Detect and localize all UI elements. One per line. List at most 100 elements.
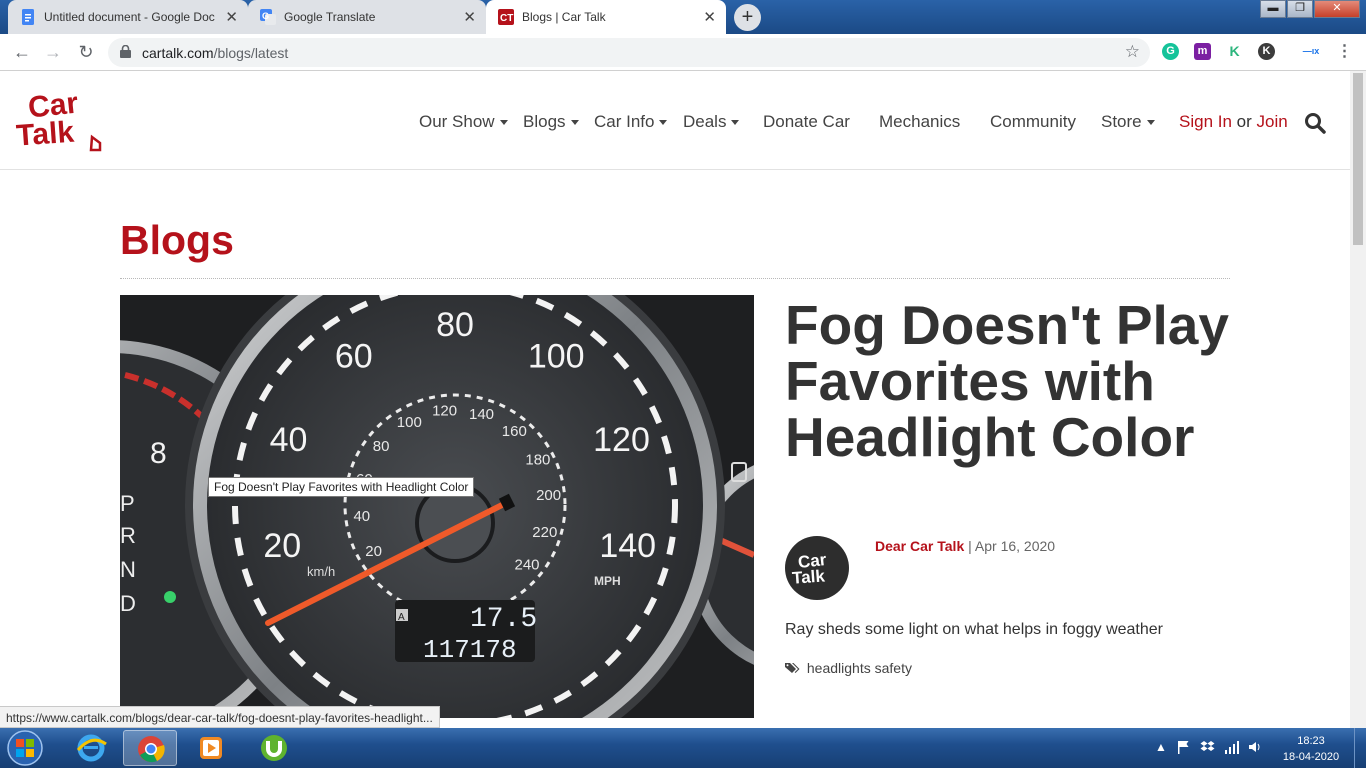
minimize-button[interactable]: ▬	[1260, 0, 1286, 18]
kmh-label: 120	[432, 403, 457, 420]
nav-label: Our Show	[419, 112, 495, 131]
svg-text:CT: CT	[500, 13, 513, 24]
k-extension-icon[interactable]: K	[1226, 43, 1243, 60]
author-avatar[interactable]: Car Talk	[785, 536, 849, 600]
kmh-label: 220	[532, 524, 557, 541]
volume-icon[interactable]	[1248, 740, 1262, 754]
mph-label: 80	[436, 306, 474, 344]
kmh-label: 20	[365, 543, 382, 560]
maximize-button[interactable]: ❐	[1287, 0, 1313, 18]
auth-links: Sign In or Join	[1179, 112, 1288, 132]
grammarly-extension-icon[interactable]: G	[1162, 43, 1179, 60]
scrollbar-thumb[interactable]	[1353, 73, 1363, 245]
nav-label: Community	[990, 112, 1076, 131]
chevron-down-icon	[1146, 120, 1155, 126]
tab-google-docs[interactable]: Untitled document - Google Doc ✕	[8, 0, 248, 34]
close-tab-icon[interactable]: ✕	[703, 8, 716, 26]
avatar-line-2: Talk	[791, 566, 826, 587]
or-text: or	[1236, 112, 1252, 131]
tag-links[interactable]: headlights safety	[807, 660, 912, 676]
nav-community[interactable]: Community	[990, 112, 1076, 132]
mph-label: 20	[263, 527, 301, 565]
web-page: Car Talk Our Show Blogs Car Info Deals D…	[0, 71, 1350, 728]
odometer-total: 117178	[423, 635, 517, 665]
tab-cartalk[interactable]: CT Blogs | Car Talk ✕	[486, 0, 726, 34]
dropbox-icon[interactable]	[1200, 740, 1215, 754]
taskbar-chrome[interactable]	[123, 730, 177, 766]
taskbar-internet-explorer[interactable]	[64, 730, 118, 766]
show-desktop-button[interactable]	[1354, 728, 1366, 768]
nav-our-show[interactable]: Our Show	[419, 112, 508, 132]
nav-label: Donate Car	[763, 112, 850, 131]
google-docs-icon	[22, 9, 34, 25]
gear-letter: P	[120, 491, 135, 516]
utorrent-icon	[261, 735, 287, 761]
nav-donate-car[interactable]: Donate Car	[763, 112, 850, 132]
sign-in-link[interactable]: Sign In	[1179, 112, 1232, 131]
mph-label: 120	[593, 421, 650, 459]
featured-article-image[interactable]: 8 P R N D 20406080100120140 204060801001…	[120, 295, 754, 718]
nav-deals[interactable]: Deals	[683, 112, 740, 132]
cartalk-favicon: CT	[498, 9, 514, 25]
article-headline[interactable]: Fog Doesn't Play Favorites with Headligh…	[785, 297, 1255, 465]
nav-store[interactable]: Store	[1101, 112, 1155, 132]
kmh-label: 200	[536, 487, 561, 504]
article-date: Apr 16, 2020	[974, 538, 1056, 554]
taskbar-media-player[interactable]	[184, 730, 238, 766]
bookmark-star-icon[interactable]: ☆	[1125, 42, 1140, 62]
link-status-bar: https://www.cartalk.com/blogs/dear-car-t…	[0, 706, 440, 728]
site-header: Car Talk Our Show Blogs Car Info Deals D…	[0, 71, 1350, 170]
reload-icon[interactable]: ↻	[74, 41, 98, 65]
nav-label: Deals	[683, 112, 727, 131]
network-signal-icon[interactable]	[1224, 740, 1240, 754]
mph-unit: MPH	[594, 574, 621, 588]
page-scrollbar[interactable]	[1350, 71, 1366, 728]
search-icon[interactable]	[1304, 112, 1326, 134]
tab-google-translate[interactable]: G Google Translate ✕	[248, 0, 486, 34]
menu-kebab-icon[interactable]: ⋮	[1336, 43, 1353, 60]
taskbar-utorrent[interactable]	[247, 730, 301, 766]
windows-start-button[interactable]	[4, 729, 46, 767]
mph-label: 140	[599, 527, 656, 565]
forward-arrow-icon[interactable]: →	[41, 41, 65, 65]
new-tab-button[interactable]: +	[734, 4, 761, 31]
nav-mechanics[interactable]: Mechanics	[879, 112, 960, 132]
article-tags: headlights safety	[785, 660, 912, 676]
windows-taskbar: ▲ 18:23 18-04-2020	[0, 728, 1366, 768]
chevron-down-icon	[499, 120, 508, 126]
back-arrow-icon[interactable]: ←	[10, 41, 34, 65]
cartalk-logo[interactable]: Car Talk	[14, 85, 110, 155]
close-window-button[interactable]: ✕	[1314, 0, 1360, 18]
chevron-down-icon	[659, 120, 668, 126]
chevron-down-icon	[731, 120, 740, 126]
kmh-label: 80	[373, 438, 390, 455]
profile-avatar[interactable]: K	[1258, 43, 1275, 60]
extension-icon[interactable]: —ıx	[1298, 43, 1324, 60]
logo-line-2: Talk	[15, 116, 75, 153]
tab-title: Blogs | Car Talk	[522, 10, 606, 24]
url-host: cartalk.com	[142, 45, 214, 61]
browser-tab-strip: Untitled document - Google Doc ✕ G Googl…	[0, 0, 1366, 34]
mph-label: 40	[270, 421, 308, 459]
gear-letter: N	[120, 557, 136, 582]
nav-car-info[interactable]: Car Info	[594, 112, 668, 132]
kmh-label: 160	[502, 423, 527, 440]
tab-title: Google Translate	[284, 10, 376, 24]
gear-letter: R	[120, 523, 136, 548]
nav-blogs[interactable]: Blogs	[523, 112, 579, 132]
nav-label: Car Info	[594, 112, 655, 131]
image-tooltip: Fog Doesn't Play Favorites with Headligh…	[208, 477, 475, 497]
address-bar[interactable]: cartalk.com/blogs/latest ☆	[108, 38, 1150, 67]
close-tab-icon[interactable]: ✕	[225, 8, 238, 26]
close-tab-icon[interactable]: ✕	[463, 8, 476, 26]
byline-separator: |	[968, 538, 972, 554]
nav-label: Mechanics	[879, 112, 961, 131]
speedometer-photo: 8 P R N D 20406080100120140 204060801001…	[120, 295, 754, 718]
tray-expand-icon[interactable]: ▲	[1155, 740, 1167, 754]
action-center-flag-icon[interactable]	[1177, 740, 1191, 754]
join-link[interactable]: Join	[1257, 112, 1288, 131]
article-byline: Dear Car Talk | Apr 16, 2020	[875, 538, 1055, 554]
system-clock[interactable]: 18:23 18-04-2020	[1276, 733, 1346, 765]
author-link[interactable]: Dear Car Talk	[875, 538, 964, 554]
extension-icon[interactable]: m	[1194, 43, 1211, 60]
